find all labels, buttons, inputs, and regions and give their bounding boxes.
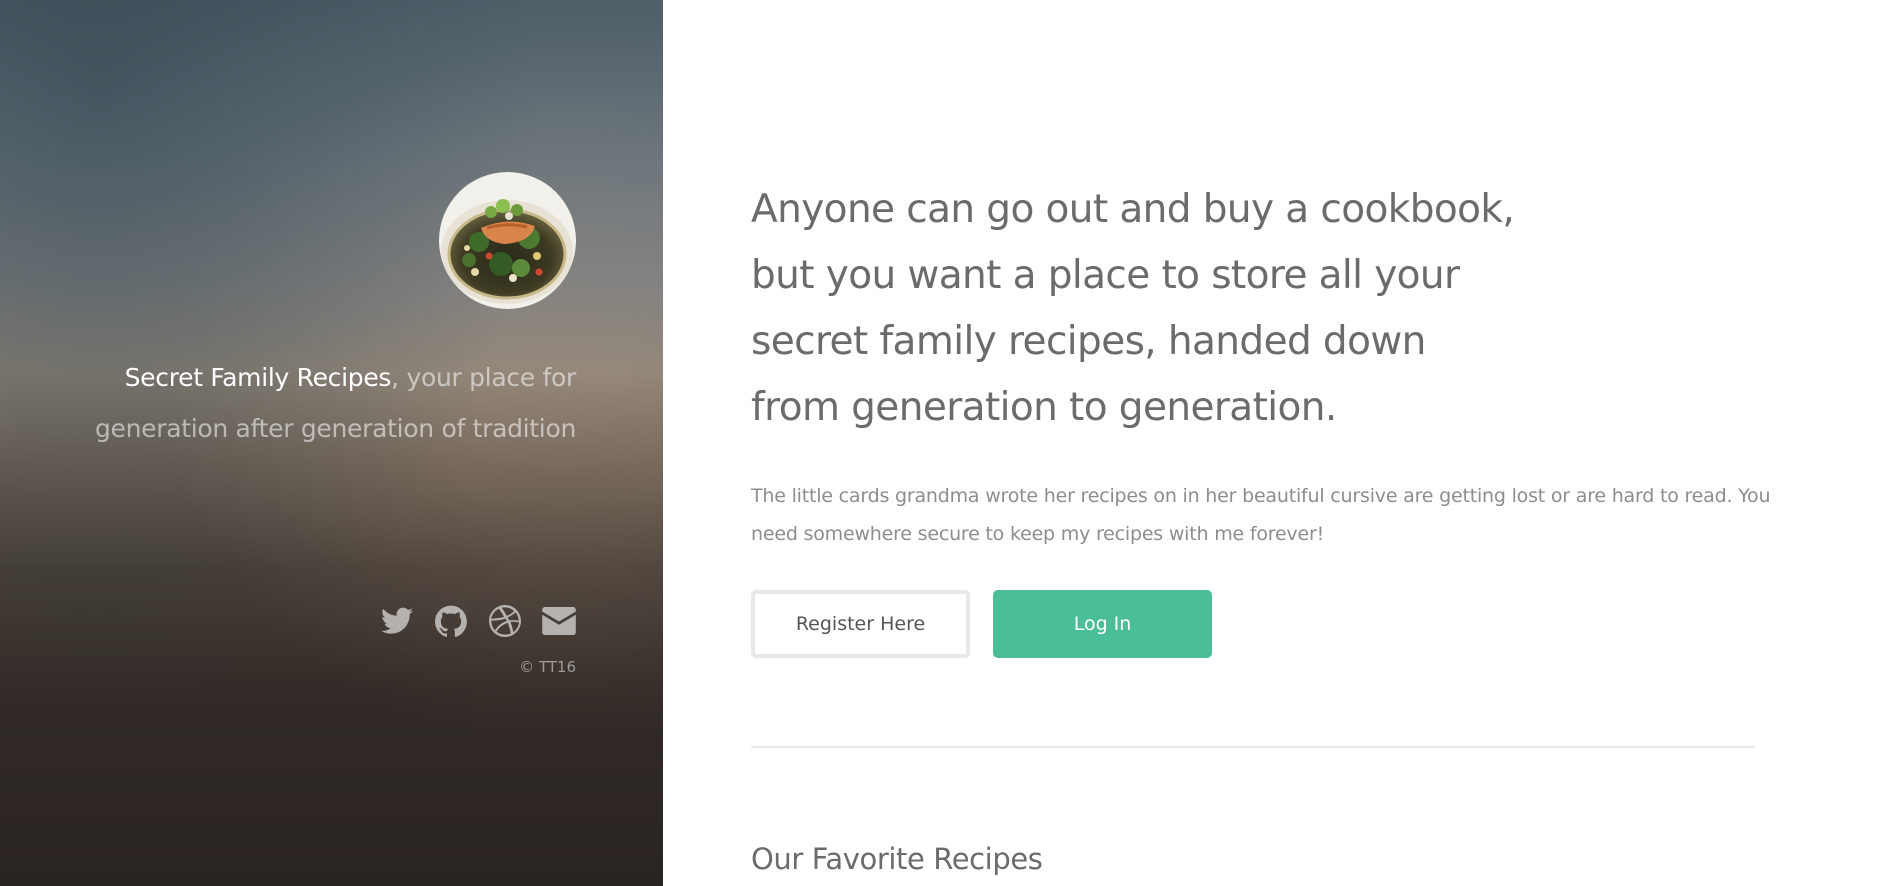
- favorite-recipes-heading: Our Favorite Recipes: [751, 842, 1043, 876]
- site-tagline: Secret Family Recipes, your place for ge…: [56, 352, 576, 454]
- brand-name: Secret Family Recipes: [124, 363, 392, 392]
- twitter-icon: [381, 607, 413, 634]
- food-photo: [439, 172, 576, 309]
- section-divider: [751, 746, 1755, 748]
- sidebar: Secret Family Recipes, your place for ge…: [0, 0, 663, 886]
- dribbble-icon: [489, 605, 521, 637]
- social-links: [56, 604, 576, 638]
- headline-line: Anyone can go out and buy a cookbook,: [751, 187, 1515, 232]
- register-button[interactable]: Register Here: [751, 590, 970, 658]
- page: Secret Family Recipes, your place for ge…: [0, 0, 1892, 886]
- github-link[interactable]: [434, 604, 468, 638]
- email-icon: [542, 607, 576, 635]
- avatar: [439, 172, 576, 309]
- github-icon: [435, 605, 467, 637]
- hero-headline: Anyone can go out and buy a cookbook, bu…: [751, 177, 1551, 441]
- headline-line: secret family recipes, handed down: [751, 319, 1426, 364]
- headline-line: but you want a place to store all your: [751, 253, 1460, 298]
- email-link[interactable]: [542, 604, 576, 638]
- twitter-link[interactable]: [380, 604, 414, 638]
- main-content: Anyone can go out and buy a cookbook, bu…: [663, 0, 1892, 886]
- dribbble-link[interactable]: [488, 604, 522, 638]
- intro-paragraph: The little cards grandma wrote her recip…: [751, 485, 1771, 545]
- login-button[interactable]: Log In: [993, 590, 1212, 658]
- sidebar-content: Secret Family Recipes, your place for ge…: [56, 172, 576, 676]
- hero-actions: Register Here Log In: [751, 590, 1892, 658]
- headline-line: from generation to generation.: [751, 385, 1337, 430]
- copyright-text: © TT16: [519, 658, 576, 676]
